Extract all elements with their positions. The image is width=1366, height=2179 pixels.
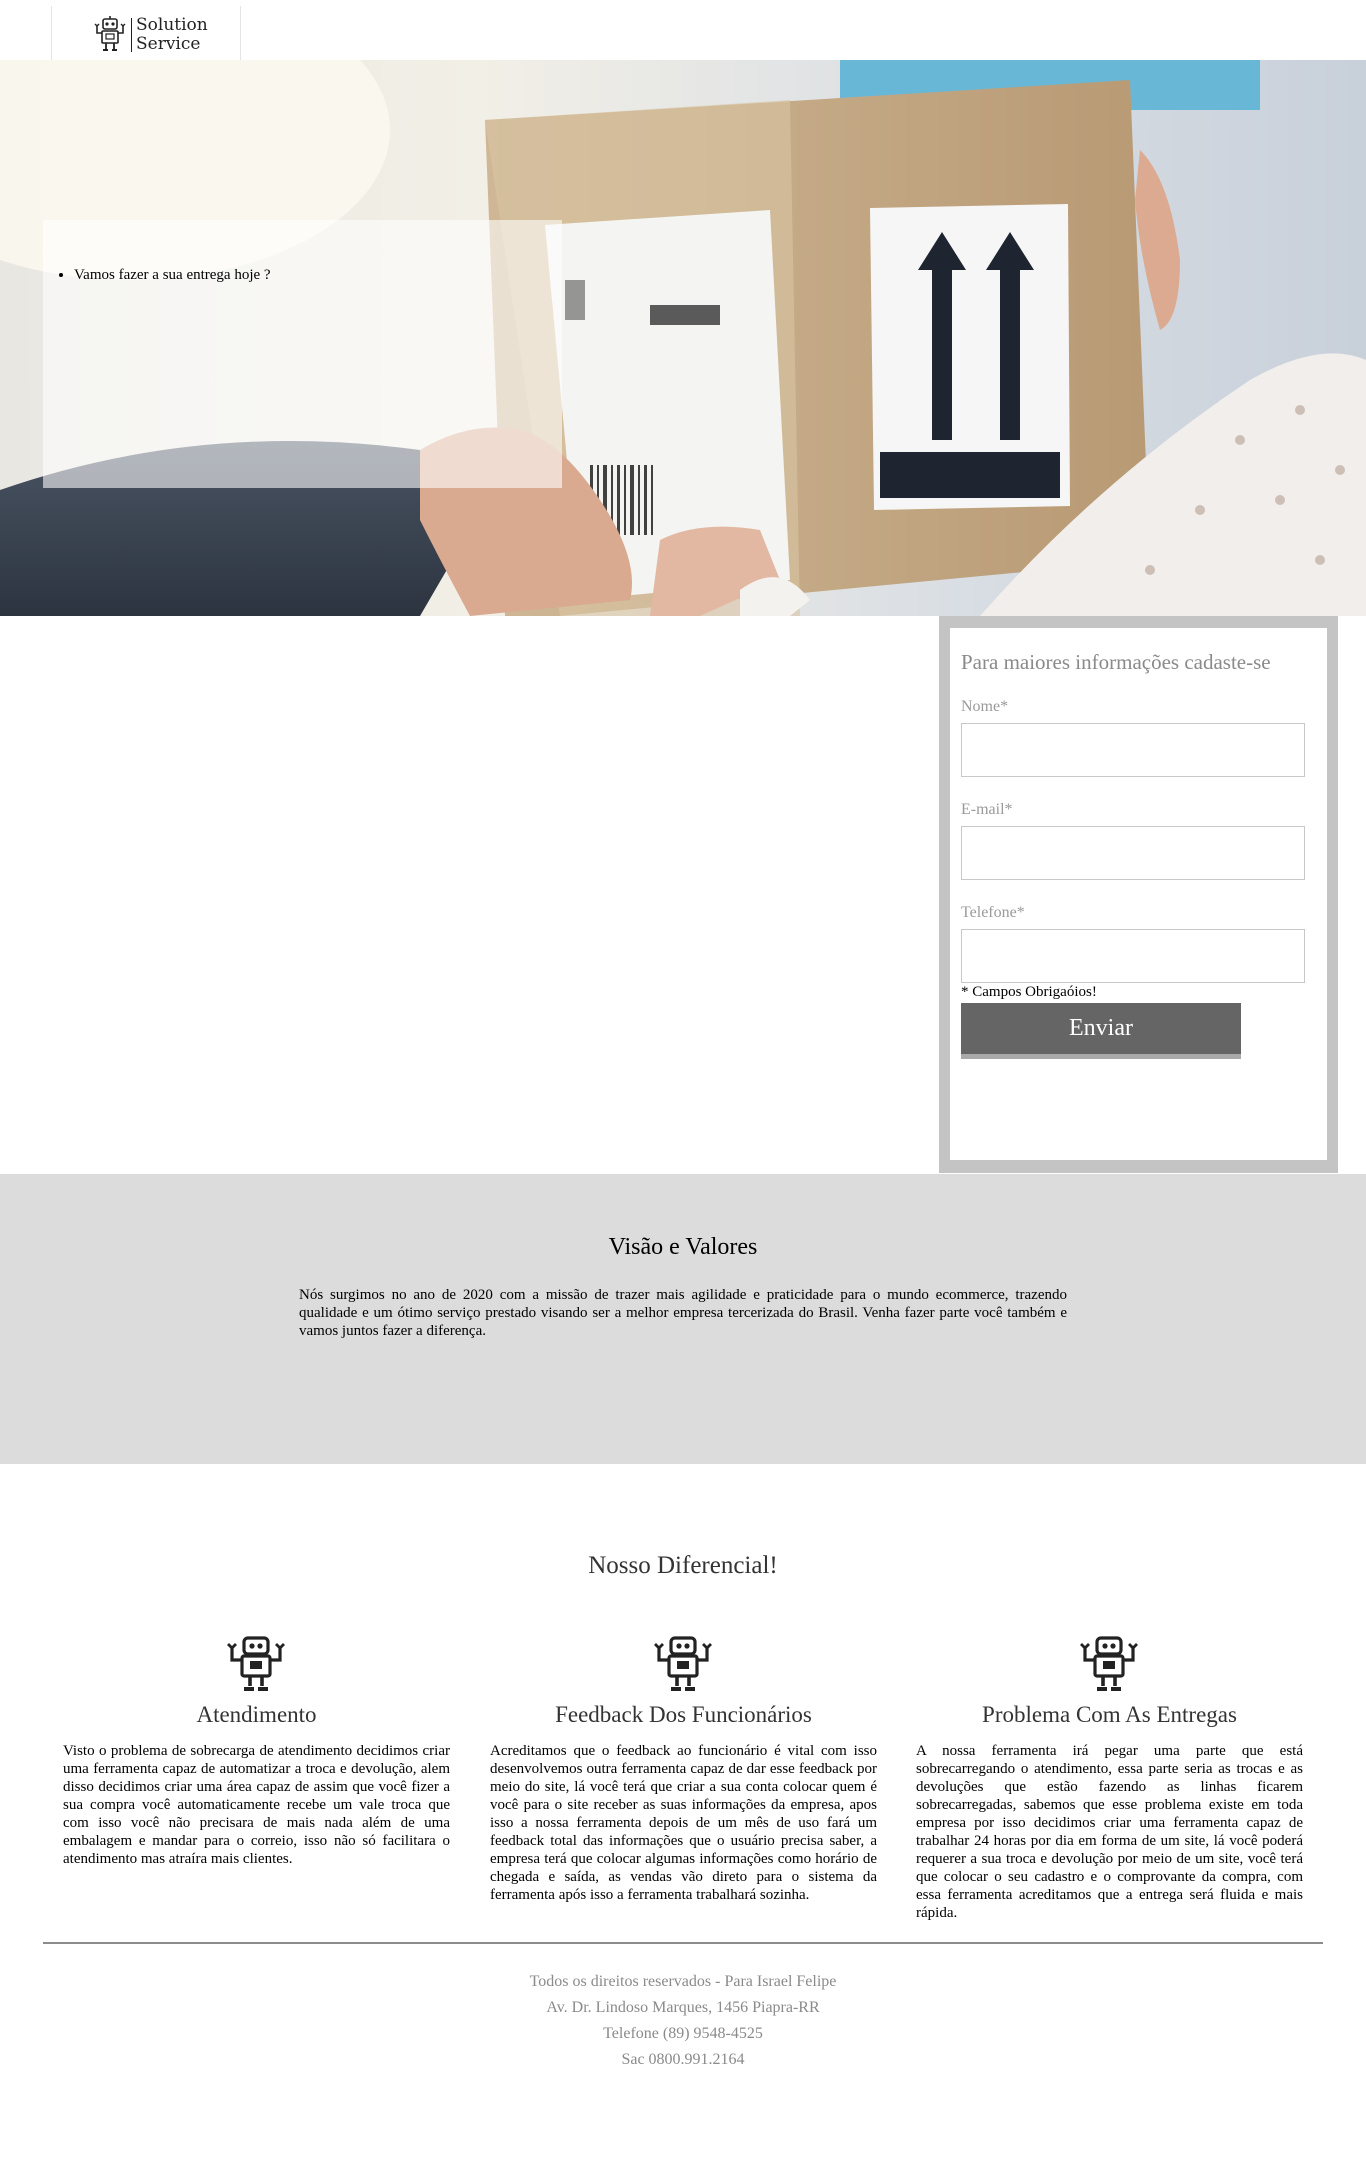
footer-rights: Todos os direitos reservados - Para Isra… bbox=[529, 1973, 837, 1990]
signup-form-frame: Para maiores informações cadaste-se Nome… bbox=[939, 616, 1338, 1173]
name-label: Nome* bbox=[961, 698, 1009, 715]
email-field[interactable] bbox=[961, 826, 1305, 880]
logo-separator bbox=[131, 18, 132, 52]
vision-text: Nós surgimos no ano de 2020 com a missão… bbox=[299, 1287, 1067, 1339]
phone-label: Telefone* bbox=[961, 904, 1025, 921]
diferencial-title: Nosso Diferencial! bbox=[588, 1552, 778, 1579]
footer-address: Av. Dr. Lindoso Marques, 1456 Piapra-RR bbox=[546, 1999, 820, 2016]
brand-line-2: Service bbox=[136, 34, 201, 54]
robot-icon bbox=[1080, 1636, 1138, 1691]
feature-text: A nossa ferramenta irá pegar uma parte q… bbox=[916, 1743, 1303, 1921]
email-label: E-mail* bbox=[961, 801, 1013, 818]
signup-form: Para maiores informações cadaste-se Nome… bbox=[950, 628, 1327, 1160]
submit-button[interactable]: Enviar bbox=[961, 1003, 1241, 1059]
hero-list-item: Vamos fazer a sua entrega hoje ? bbox=[74, 265, 271, 285]
robot-icon bbox=[654, 1636, 712, 1691]
hero-list: Vamos fazer a sua entrega hoje ? bbox=[43, 265, 271, 285]
brand-line-1: Solution bbox=[136, 15, 208, 35]
feature-text: Visto o problema de sobrecarga de atendi… bbox=[63, 1743, 450, 1867]
hero-message-panel: Vamos fazer a sua entrega hoje ? bbox=[43, 220, 562, 488]
phone-field[interactable] bbox=[961, 929, 1305, 983]
brand-logo[interactable]: Solution Service bbox=[51, 6, 241, 60]
robot-icon bbox=[227, 1636, 285, 1691]
vision-title: Visão e Valores bbox=[608, 1234, 758, 1260]
vision-section: Visão e Valores Nós surgimos no ano de 2… bbox=[0, 1174, 1366, 1464]
hero-banner: Vamos fazer a sua entrega hoje ? bbox=[0, 60, 1366, 616]
brand-name: Solution Service bbox=[136, 16, 208, 54]
form-title: Para maiores informações cadaste-se bbox=[961, 650, 1271, 674]
feature-title: Feedback Dos Funcionários bbox=[555, 1702, 812, 1727]
site-footer: Todos os direitos reservados - Para Isra… bbox=[0, 1969, 1366, 2073]
footer-phone: Telefone (89) 9548-4525 bbox=[603, 2025, 763, 2042]
footer-sac: Sac 0800.991.2164 bbox=[621, 2051, 745, 2068]
feature-title: Problema Com As Entregas bbox=[982, 1702, 1237, 1727]
site-header: Solution Service bbox=[0, 0, 1366, 60]
feature-title: Atendimento bbox=[196, 1702, 317, 1727]
footer-divider bbox=[43, 1942, 1323, 1944]
robot-icon bbox=[94, 16, 126, 51]
name-field[interactable] bbox=[961, 723, 1305, 777]
required-note: * Campos Obrigaóios! bbox=[961, 984, 1097, 1000]
feature-text: Acreditamos que o feedback ao funcionári… bbox=[490, 1743, 877, 1903]
